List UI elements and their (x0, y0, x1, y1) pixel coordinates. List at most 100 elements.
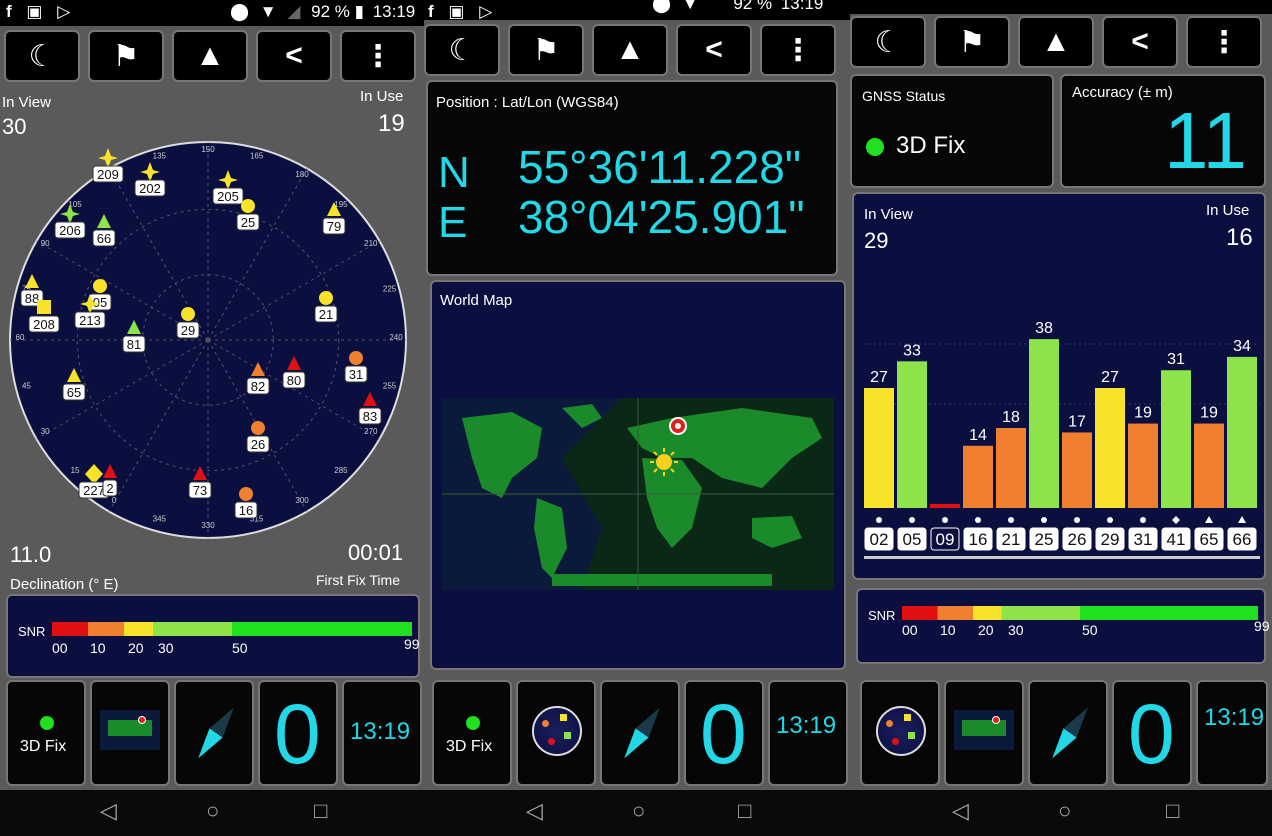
satellites-in-fix-widget[interactable]: 0 (684, 680, 764, 786)
compass-widget[interactable] (1028, 680, 1108, 786)
azimuth-tick-label: 225 (383, 284, 397, 293)
satellites-in-fix-widget[interactable]: 0 (1112, 680, 1192, 786)
mini-map-widget[interactable] (944, 680, 1024, 786)
clock-widget[interactable]: 13:19 (768, 680, 848, 786)
home-button[interactable]: ○ (632, 798, 645, 824)
clock-widget[interactable]: 13:19 (1196, 680, 1268, 786)
satellite-label: 213 (79, 313, 101, 328)
satellite-label: 73 (193, 483, 207, 498)
satellite-marker (349, 351, 363, 365)
night-mode-button[interactable]: ☾ (424, 24, 500, 76)
navigation-arrow-button[interactable]: ▲ (172, 30, 248, 82)
clock-widget[interactable]: 13:19 (342, 680, 422, 786)
azimuth-tick-label: 90 (41, 239, 50, 248)
satellite-marker (93, 279, 107, 293)
bar-category-label: 02 (870, 530, 889, 549)
satellite-label: 16 (239, 503, 253, 518)
navigation-arrow-icon: ▲ (1041, 25, 1071, 58)
accuracy-card: Accuracy (± m) 11 (1060, 74, 1266, 188)
battery-percent: 92 % (311, 2, 350, 21)
satellite-label: 21 (319, 307, 333, 322)
bar-value-label: 14 (969, 427, 987, 444)
back-button[interactable]: ◁ (952, 798, 969, 824)
night-mode-icon: ☾ (874, 25, 902, 59)
longitude-value: 38°04'25.901" (518, 191, 805, 243)
home-button[interactable]: ○ (1058, 798, 1071, 824)
bar-category-label: 31 (1134, 530, 1153, 549)
back-button[interactable]: ◁ (526, 798, 543, 824)
mini-map-widget[interactable] (90, 680, 170, 786)
satellite-label: 31 (349, 367, 363, 382)
location-icon: ⬤ (230, 2, 250, 21)
fix-widget[interactable]: 3D Fix (6, 680, 86, 786)
snr-tick-20: 20 (978, 622, 994, 638)
mini-world-map-icon (100, 710, 160, 750)
wifi-icon: ▼ (259, 2, 277, 21)
satellite-label: 208 (33, 317, 55, 332)
navigation-arrow-button[interactable]: ▲ (592, 24, 668, 76)
world-map-card: World Map (430, 280, 846, 670)
snr-tick-00: 00 (52, 640, 68, 656)
satellite-marker (181, 307, 195, 321)
navigation-arrow-button[interactable]: ▲ (1018, 16, 1094, 68)
signal-chart-card: In View 29 In Use 16 27 02 33 05 09 14 16 18 21 3… (852, 192, 1266, 580)
mini-sky-plot-widget[interactable] (516, 680, 596, 786)
chart-scrollbar[interactable] (864, 556, 1260, 559)
satellite-label: 26 (251, 437, 265, 452)
bar-41 (1161, 370, 1191, 508)
map-marker-person-button[interactable]: ⚑ (508, 24, 584, 76)
fix-time-label: First Fix Time (316, 572, 400, 588)
compass-needle-icon (1046, 703, 1095, 763)
recent-apps-button[interactable]: □ (1166, 798, 1179, 824)
wifi-icon: ▼ (681, 0, 699, 13)
satellites-in-fix-widget[interactable]: 0 (258, 680, 338, 786)
bar-65 (1194, 423, 1224, 508)
compass-widget[interactable] (600, 680, 680, 786)
back-button[interactable]: ◁ (100, 798, 117, 824)
satellite-label: 82 (251, 379, 265, 394)
map-marker-person-button[interactable]: ⚑ (934, 16, 1010, 68)
satellites-in-fix-value: 0 (1128, 687, 1175, 781)
share-button[interactable]: < (676, 24, 752, 76)
world-map (442, 398, 834, 590)
satellites-in-fix-value: 0 (700, 687, 747, 781)
navigation-arrow-icon: ▲ (195, 39, 225, 72)
fix-widget[interactable]: 3D Fix (432, 680, 512, 786)
satellite-label: 80 (287, 373, 301, 388)
snr-tick-99: 99 (404, 636, 420, 652)
clock-value: 13:19 (776, 712, 837, 739)
more-vert-button[interactable]: ⋮ (340, 30, 416, 82)
satellite-label: 66 (97, 231, 111, 246)
fix-time-value: 00:01 (348, 540, 404, 565)
bar-value-label: 38 (1035, 320, 1053, 337)
satellite-marker (239, 487, 253, 501)
night-mode-button[interactable]: ☾ (4, 30, 80, 82)
share-button[interactable]: < (1102, 16, 1178, 68)
bar-02 (864, 388, 894, 508)
share-button[interactable]: < (256, 30, 332, 82)
more-vert-button[interactable]: ⋮ (760, 24, 836, 76)
bar-constellation-marker (975, 517, 981, 523)
share-icon: < (705, 33, 723, 66)
mini-sky-plot-widget[interactable] (860, 680, 940, 786)
night-mode-button[interactable]: ☾ (850, 16, 926, 68)
latitude-value: 55°36'11.228" (518, 141, 802, 193)
satellite-label: 65 (67, 385, 81, 400)
image-icon: ▣ (26, 2, 43, 21)
azimuth-tick-label: 240 (389, 333, 403, 342)
status-time: 13:19 (780, 0, 824, 13)
declination-label: Declination (° E) (10, 576, 119, 593)
more-vert-button[interactable]: ⋮ (1186, 16, 1262, 68)
fix-widget-label: 3D Fix (446, 738, 493, 755)
satellite-label: 29 (181, 323, 195, 338)
bar-constellation-marker (1107, 517, 1113, 523)
compass-widget[interactable] (174, 680, 254, 786)
bar-category-label: 09 (936, 530, 955, 549)
status-right-mid: ⬤ ▼ 92 % 13:19 (652, 0, 823, 14)
home-button[interactable]: ○ (206, 798, 219, 824)
recent-apps-button[interactable]: □ (314, 798, 327, 824)
map-marker-person-button[interactable]: ⚑ (88, 30, 164, 82)
bar-21 (996, 428, 1026, 508)
recent-apps-button[interactable]: □ (738, 798, 751, 824)
compass-needle-icon (192, 703, 241, 763)
